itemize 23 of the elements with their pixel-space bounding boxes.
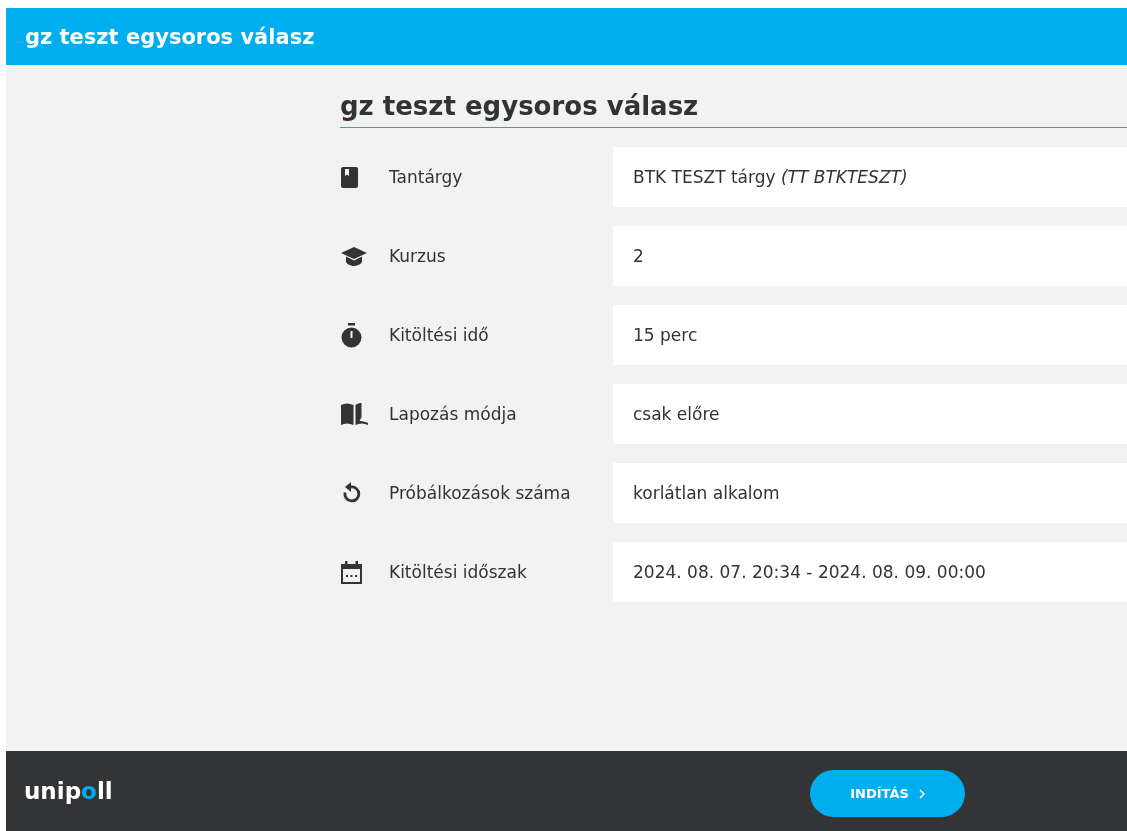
stopwatch-icon xyxy=(341,322,362,348)
detail-label: Kitöltési idő xyxy=(389,325,490,345)
detail-value: 2 xyxy=(613,226,1127,286)
detail-label: Tantárgy xyxy=(389,167,464,187)
undo-icon xyxy=(341,482,361,504)
chevron-icon xyxy=(918,788,925,799)
detail-label: Próbálkozások száma xyxy=(389,483,572,503)
detail-label: Kurzus xyxy=(389,246,447,266)
detail-value: csak előre xyxy=(613,384,1127,444)
page-title: gz teszt egysoros válasz xyxy=(25,24,315,49)
book-icon xyxy=(341,166,358,188)
graduation-cap-icon xyxy=(341,246,367,266)
calendar-icon xyxy=(341,560,362,584)
detail-value: korlátlan alkalom xyxy=(613,463,1127,523)
quiz-title: gz teszt egysoros válasz xyxy=(340,91,1127,128)
detail-value: 2024. 08. 07. 20:34 - 2024. 08. 09. 00:00 xyxy=(613,542,1127,602)
start-button[interactable]: INDÍTÁS xyxy=(810,770,965,817)
detail-label: Kitöltési időszak xyxy=(389,562,528,582)
detail-label: Lapozás módja xyxy=(389,404,518,424)
logo: unipoll xyxy=(24,778,113,804)
detail-value: BTK TESZT tárgy (TT BTKTESZT) xyxy=(613,147,1127,207)
detail-value: 15 perc xyxy=(613,305,1127,365)
open-book-icon xyxy=(341,403,368,425)
